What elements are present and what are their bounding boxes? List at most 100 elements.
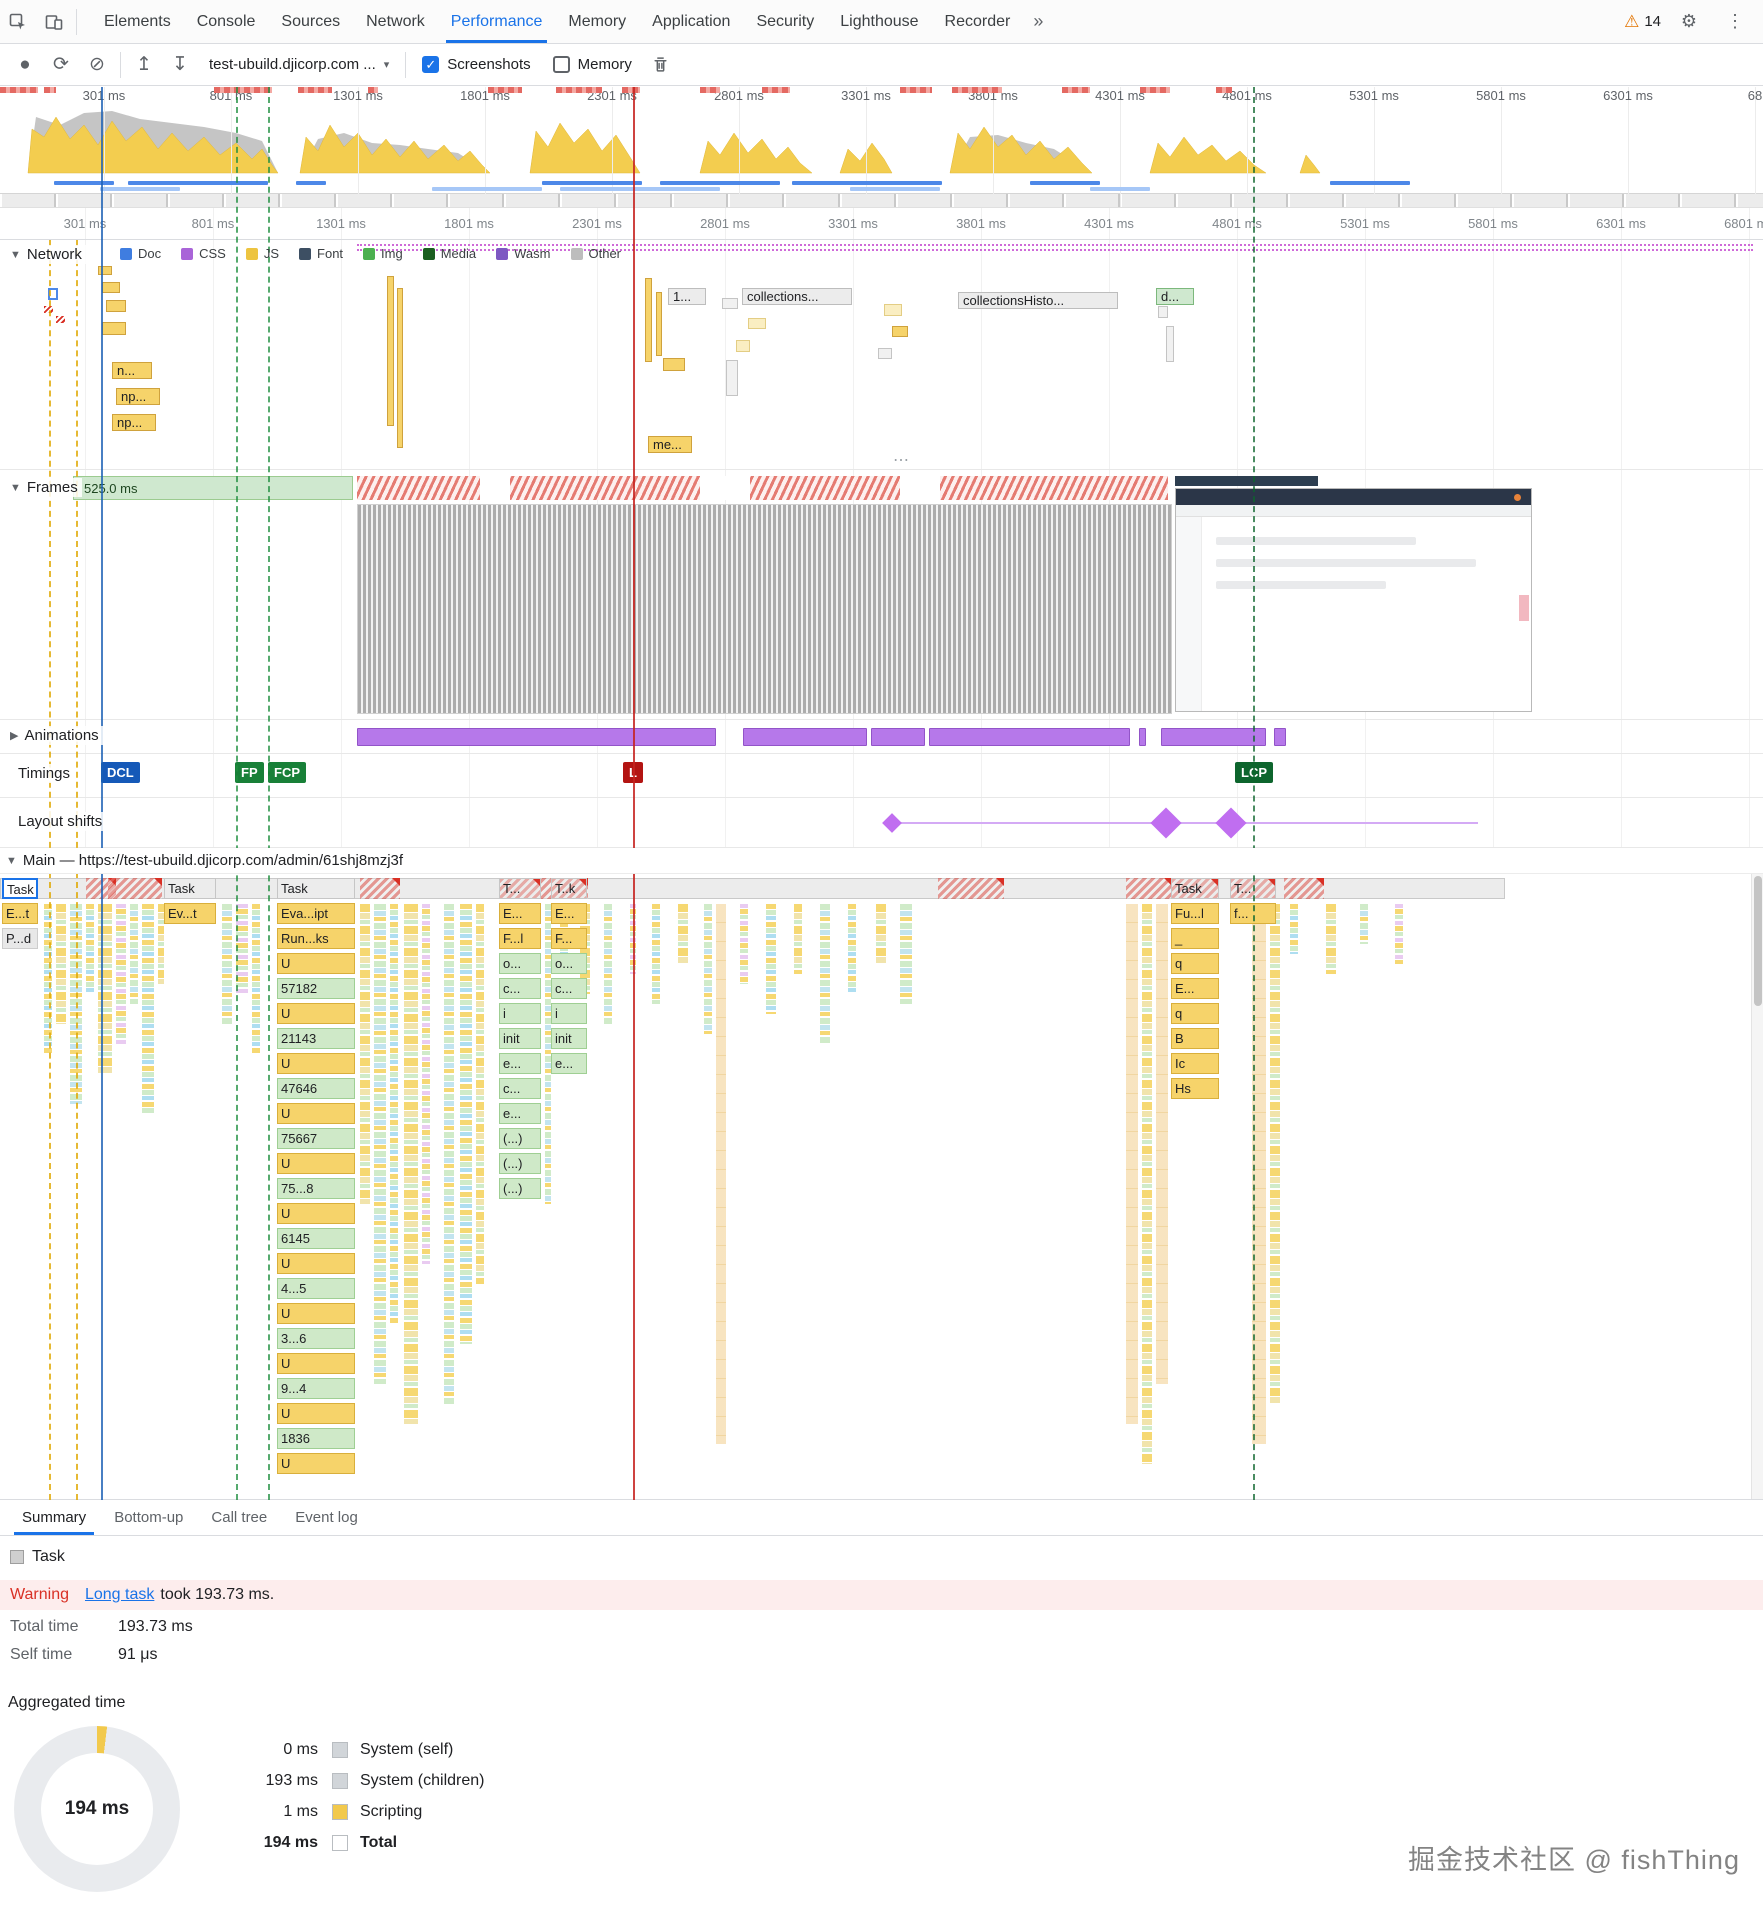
flame-entry[interactable]: E...	[499, 903, 541, 924]
network-request[interactable]: np...	[116, 388, 160, 405]
device-toolbar-icon[interactable]	[36, 6, 72, 38]
timeline-overview[interactable]: 301 ms 801 ms 1301 ms 1801 ms 2301 ms 2801 ms…	[0, 87, 1763, 208]
flame-entry[interactable]: F...l	[499, 928, 541, 949]
flame-entry[interactable]: 57182	[277, 978, 355, 999]
main-thread-flamechart[interactable]: Task E...t P...d Task Ev...t Task Eva...ipt Run…	[0, 874, 1763, 1500]
animations-track[interactable]: ▶ Animations	[0, 720, 1763, 754]
flame-entry[interactable]: Eva...ipt	[277, 903, 355, 924]
layout-shift-diamond[interactable]	[1150, 807, 1182, 839]
flame-entry[interactable]: o...	[551, 953, 587, 974]
settings-gear-icon[interactable]: ⚙	[1671, 6, 1707, 38]
flame-entry[interactable]: E...	[551, 903, 587, 924]
flame-entry[interactable]: f...	[1230, 903, 1276, 924]
flame-entry[interactable]: U	[277, 1003, 355, 1024]
tab-lighthouse[interactable]: Lighthouse	[827, 0, 931, 43]
profile-selector[interactable]: test-ubuild.djicorp.com ... ▾	[199, 56, 399, 73]
issues-badge[interactable]: ⚠ 14	[1624, 12, 1661, 32]
flame-entry[interactable]: c...	[499, 1078, 541, 1099]
flame-entry[interactable]: U	[277, 1153, 355, 1174]
flame-entry[interactable]: c...	[499, 978, 541, 999]
animation-bar[interactable]	[743, 728, 867, 746]
kebab-menu-icon[interactable]: ⋮	[1717, 6, 1753, 38]
disclosure-closed-icon[interactable]: ▶	[10, 729, 18, 742]
flame-entry[interactable]: e...	[499, 1053, 541, 1074]
tab-security[interactable]: Security	[743, 0, 827, 43]
animation-bar[interactable]	[357, 728, 716, 746]
bottom-tab-event-log[interactable]: Event log	[281, 1500, 372, 1535]
flame-entry[interactable]: U	[277, 1203, 355, 1224]
screenshot-thumbnail[interactable]	[1175, 488, 1532, 712]
flame-entry[interactable]: init	[551, 1028, 587, 1049]
animation-bar[interactable]	[1139, 728, 1146, 746]
tab-network[interactable]: Network	[353, 0, 438, 43]
flame-task[interactable]: T..k	[551, 878, 587, 899]
flame-entry[interactable]: U	[277, 1103, 355, 1124]
flame-entry[interactable]: q	[1171, 1003, 1219, 1024]
flame-entry[interactable]: 21143	[277, 1028, 355, 1049]
tab-console[interactable]: Console	[184, 0, 269, 43]
tab-application[interactable]: Application	[639, 0, 743, 43]
load-profile-icon[interactable]: ↧	[163, 49, 197, 81]
flame-entry[interactable]: 75667	[277, 1128, 355, 1149]
bottom-tab-summary[interactable]: Summary	[8, 1500, 100, 1535]
flame-entry[interactable]: Ev...t	[164, 903, 216, 924]
flame-entry[interactable]: q	[1171, 953, 1219, 974]
flame-task[interactable]: T...	[1230, 878, 1276, 899]
flame-entry[interactable]: (...)	[499, 1153, 541, 1174]
network-request[interactable]: np...	[112, 414, 156, 431]
disclosure-open-icon[interactable]: ▼	[6, 855, 17, 867]
timings-track[interactable]: Timings DCL FP FCP L LCP	[0, 754, 1763, 798]
timing-marker-lcp[interactable]: LCP	[1235, 762, 1273, 783]
record-icon[interactable]: ●	[8, 49, 42, 81]
flame-entry[interactable]: E...	[1171, 978, 1219, 999]
clear-icon[interactable]: ⊘	[80, 49, 114, 81]
bottom-tab-call-tree[interactable]: Call tree	[197, 1500, 281, 1535]
timing-marker-fp[interactable]: FP	[235, 762, 264, 783]
flame-entry[interactable]: i	[499, 1003, 541, 1024]
flame-task[interactable]: Task	[1171, 878, 1219, 899]
flame-entry[interactable]: e...	[551, 1053, 587, 1074]
flame-entry[interactable]: U	[277, 1303, 355, 1324]
flame-task[interactable]: T...	[499, 878, 541, 899]
flame-entry[interactable]: Run...ks	[277, 928, 355, 949]
flame-entry[interactable]: init	[499, 1028, 541, 1049]
network-request[interactable]: d...	[1156, 288, 1194, 305]
disclosure-open-icon[interactable]: ▼	[10, 482, 21, 494]
flame-entry[interactable]: U	[277, 1403, 355, 1424]
timeline-ruler[interactable]: 301 ms 801 ms 1301 ms 1801 ms 2301 ms 2801 ms…	[0, 208, 1763, 240]
long-task-link[interactable]: Long task	[85, 1586, 154, 1604]
main-thread-header[interactable]: ▼ Main — https://test-ubuild.djicorp.com…	[0, 848, 1763, 874]
animation-bar[interactable]	[929, 728, 1130, 746]
tab-elements[interactable]: Elements	[91, 0, 184, 43]
flame-entry[interactable]: (...)	[499, 1178, 541, 1199]
flame-entry[interactable]: F...	[551, 928, 587, 949]
flame-task[interactable]: Task	[2, 878, 38, 899]
screenshots-checkbox[interactable]: ✓ Screenshots	[422, 56, 531, 73]
flame-entry[interactable]: U	[277, 953, 355, 974]
flame-entry[interactable]: 47646	[277, 1078, 355, 1099]
timing-marker-dcl[interactable]: DCL	[101, 762, 140, 783]
flame-task[interactable]: Task	[164, 878, 216, 899]
flame-entry[interactable]: E...t	[2, 903, 38, 924]
flame-entry[interactable]: o...	[499, 953, 541, 974]
network-request[interactable]: n...	[112, 362, 152, 379]
flame-entry[interactable]: Hs	[1171, 1078, 1219, 1099]
tab-recorder[interactable]: Recorder	[932, 0, 1024, 43]
flame-entry[interactable]: (...)	[499, 1128, 541, 1149]
network-request[interactable]: collections...	[742, 288, 852, 305]
flame-entry[interactable]: Fu...l	[1171, 903, 1219, 924]
flame-entry[interactable]: B	[1171, 1028, 1219, 1049]
flame-entry[interactable]: P...d	[2, 928, 38, 949]
timing-marker-fcp[interactable]: FCP	[268, 762, 306, 783]
flame-entry[interactable]: e...	[499, 1103, 541, 1124]
flame-entry[interactable]: c...	[551, 978, 587, 999]
frames-track[interactable]: ▼ Frames 525.0 ms	[0, 470, 1763, 720]
layout-shift-diamond[interactable]	[1215, 807, 1247, 839]
flame-entry[interactable]: 75...8	[277, 1178, 355, 1199]
network-track-header[interactable]: ▼ Network	[6, 245, 86, 264]
flame-entry[interactable]: U	[277, 1253, 355, 1274]
flame-entry[interactable]: Ic	[1171, 1053, 1219, 1074]
flame-entry[interactable]: _	[1171, 928, 1219, 949]
flame-task[interactable]: Task	[277, 878, 355, 899]
layout-shift-diamond[interactable]	[882, 813, 902, 833]
